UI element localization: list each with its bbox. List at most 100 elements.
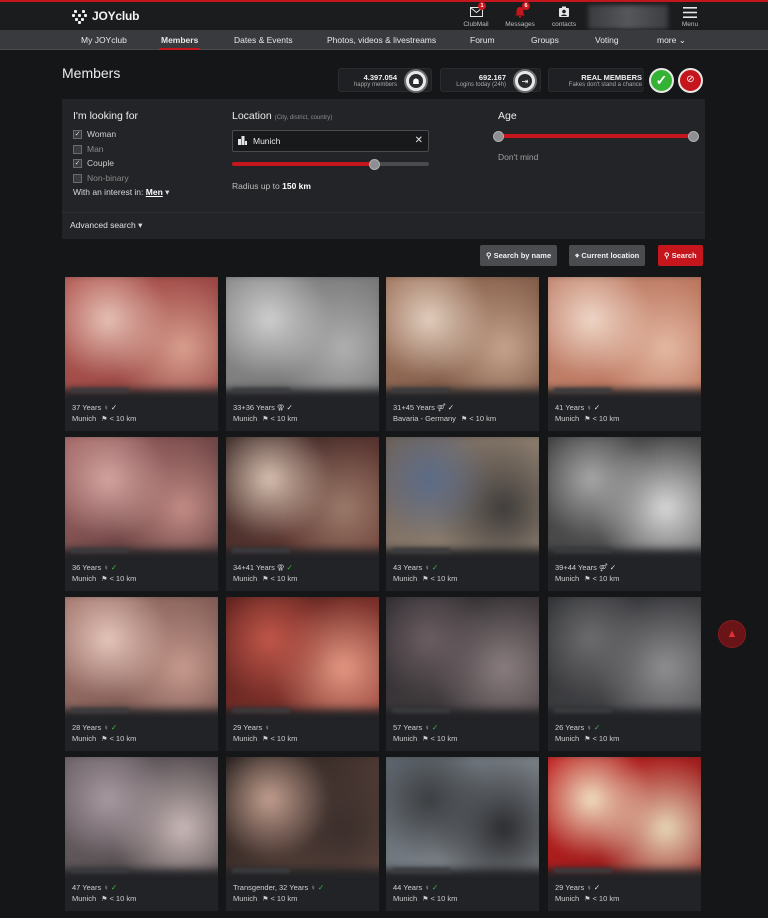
clear-location-icon[interactable]: ✕: [415, 131, 423, 151]
member-card[interactable]: 26 Years ♀ ✓ Munich ⚑ < 10 km: [548, 597, 701, 751]
search-by-name-button[interactable]: ⚲ Search by name: [480, 245, 558, 266]
member-photo[interactable]: [548, 597, 701, 710]
contacts-button[interactable]: contacts: [542, 5, 586, 28]
member-name-hidden: [554, 708, 612, 713]
member-photo[interactable]: [226, 597, 379, 710]
member-location: Bavaria - Germany: [393, 414, 456, 423]
option-man[interactable]: Man: [73, 144, 104, 154]
member-card[interactable]: 31+45 Years ⚤ ✓ Bavaria - Germany ⚑ < 10 km: [386, 277, 539, 431]
members-count: 4.397.054: [363, 73, 397, 82]
radius-slider-handle[interactable]: [368, 159, 380, 170]
member-photo[interactable]: [65, 437, 218, 550]
member-card[interactable]: Transgender, 32 Years ♀ ✓ Munich ⚑ < 10 km: [226, 757, 379, 911]
menu-button[interactable]: Menu: [668, 5, 712, 28]
member-location-line: Munich ⚑ < 10 km: [72, 574, 136, 583]
member-card[interactable]: 33+36 Years ⚢ ✓ Munich ⚑ < 10 km: [226, 277, 379, 431]
nav-voting[interactable]: Voting: [595, 30, 619, 50]
messages-button[interactable]: 6 Messages: [498, 2, 542, 28]
gender-icon: ⚤: [598, 563, 608, 572]
search-icon: ⚲: [486, 251, 492, 260]
member-photo[interactable]: [548, 277, 701, 390]
logins-circle: ⇥: [513, 69, 537, 93]
nav-forum[interactable]: Forum: [470, 30, 495, 50]
flag-icon: ⚑: [262, 896, 269, 903]
option-non-binary-label: Non-binary: [87, 173, 129, 183]
member-card[interactable]: 28 Years ♀ ✓ Munich ⚑ < 10 km: [65, 597, 218, 751]
member-photo[interactable]: [65, 277, 218, 390]
flag-icon: ⚑: [262, 736, 269, 743]
gender-icon: ⚢: [276, 403, 285, 412]
user-profile-area[interactable]: [588, 5, 668, 29]
option-woman[interactable]: ✓ Woman: [73, 129, 116, 139]
member-card[interactable]: 34+41 Years ⚢ ✓ Munich ⚑ < 10 km: [226, 437, 379, 591]
age-slider[interactable]: [498, 134, 694, 138]
member-name-hidden: [392, 868, 450, 873]
verified-check-icon: ✓: [110, 403, 118, 412]
member-photo[interactable]: [65, 597, 218, 710]
member-photo[interactable]: [226, 437, 379, 550]
stat-real-members: REAL MEMBERS Fakes don't stand a chance: [548, 68, 644, 92]
nav-groups[interactable]: Groups: [531, 30, 559, 50]
member-photo[interactable]: [386, 277, 539, 390]
nav-more[interactable]: more ⌄: [657, 30, 686, 50]
member-card[interactable]: 36 Years ♀ ✓ Munich ⚑ < 10 km: [65, 437, 218, 591]
member-photo[interactable]: [65, 757, 218, 870]
nav-members[interactable]: Members: [158, 30, 201, 50]
scroll-to-top-button[interactable]: ▲: [718, 620, 746, 648]
member-card[interactable]: 37 Years ♀ ✓ Munich ⚑ < 10 km: [65, 277, 218, 431]
member-card[interactable]: 57 Years ♀ ✓ Munich ⚑ < 10 km: [386, 597, 539, 751]
member-age-line: 29 Years ♀: [233, 723, 270, 732]
member-photo[interactable]: [386, 757, 539, 870]
advanced-search-toggle[interactable]: Advanced search ▾: [70, 220, 142, 231]
member-card[interactable]: 39+44 Years ⚤ ✓ Munich ⚑ < 10 km: [548, 437, 701, 591]
member-card[interactable]: 41 Years ♀ ✓ Munich ⚑ < 10 km: [548, 277, 701, 431]
checkbox-woman[interactable]: ✓: [73, 129, 82, 139]
member-distance: < 10 km: [270, 574, 298, 583]
member-card[interactable]: 47 Years ♀ ✓ Munich ⚑ < 10 km: [65, 757, 218, 911]
member-photo[interactable]: [386, 437, 539, 550]
flag-icon: ⚑: [101, 736, 108, 743]
search-button[interactable]: ⚲ Search: [658, 245, 703, 266]
member-distance: < 10 km: [592, 574, 620, 583]
interest-selector[interactable]: With an interest in: Men ▾: [73, 187, 169, 198]
member-location: Munich: [555, 894, 580, 903]
verified-check-icon: ✓: [110, 563, 118, 572]
member-photo[interactable]: [386, 597, 539, 710]
member-photo[interactable]: [226, 757, 379, 870]
location-input[interactable]: Munich ✕: [232, 130, 429, 152]
clubmail-button[interactable]: 1 ClubMail: [454, 2, 498, 28]
location-title: Location: [232, 110, 272, 122]
age-max-handle[interactable]: [688, 131, 699, 142]
member-photo[interactable]: [226, 277, 379, 390]
member-distance: < 10 km: [109, 414, 137, 423]
member-card[interactable]: 29 Years ♀ ✓ Munich ⚑ < 10 km: [548, 757, 701, 911]
no-fakes-icon: ⊘: [678, 68, 703, 93]
checkbox-man[interactable]: [73, 144, 82, 154]
member-location-line: Munich ⚑ < 10 km: [555, 734, 619, 743]
member-photo[interactable]: [548, 437, 701, 550]
member-card[interactable]: 29 Years ♀ Munich ⚑ < 10 km: [226, 597, 379, 751]
nav-photos-videos-livestreams[interactable]: Photos, videos & livestreams: [327, 30, 436, 50]
brand-logo[interactable]: JOYclub: [72, 9, 139, 24]
member-age-line: 34+41 Years ⚢ ✓: [233, 563, 293, 572]
verified-check-icon: ✓: [110, 883, 118, 892]
member-age-line: 28 Years ♀ ✓: [72, 723, 117, 732]
nav-dates-events[interactable]: Dates & Events: [234, 30, 293, 50]
member-location-line: Bavaria - Germany ⚑ < 10 km: [393, 414, 496, 423]
member-location-line: Munich ⚑ < 10 km: [233, 574, 297, 583]
member-card[interactable]: 43 Years ♀ ✓ Munich ⚑ < 10 km: [386, 437, 539, 591]
option-couple[interactable]: ✓ Couple: [73, 158, 114, 168]
option-non-binary[interactable]: Non-binary: [73, 173, 129, 183]
looking-for-heading: I'm looking for: [73, 110, 139, 122]
interest-value[interactable]: Men: [146, 187, 163, 197]
panel-divider: [62, 212, 705, 213]
member-card[interactable]: 44 Years ♀ ✓ Munich ⚑ < 10 km: [386, 757, 539, 911]
checkbox-couple[interactable]: ✓: [73, 158, 82, 168]
nav-my-joyclub[interactable]: My JOYclub: [81, 30, 127, 50]
member-name-hidden: [71, 548, 129, 553]
checkbox-non-binary[interactable]: [73, 173, 82, 183]
age-min-handle[interactable]: [493, 131, 504, 142]
member-photo[interactable]: [548, 757, 701, 870]
flag-icon: ⚑: [422, 736, 429, 743]
current-location-button[interactable]: ⌖ Current location: [569, 245, 646, 266]
